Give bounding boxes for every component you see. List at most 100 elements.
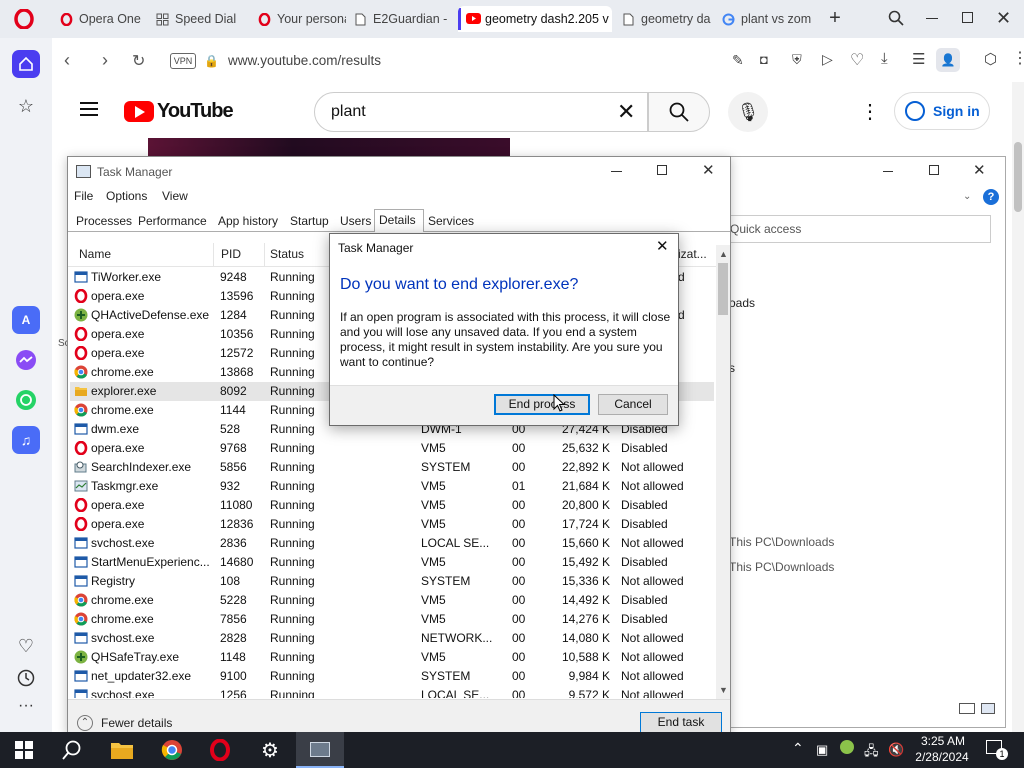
cancel-button[interactable]: Cancel	[598, 394, 668, 415]
settings-taskbar-icon[interactable]: ⚙	[246, 732, 294, 768]
history-icon[interactable]	[12, 664, 40, 692]
process-row[interactable]: QHSafeTray.exe 1148 Running VM5 00 10,588 K No…	[70, 648, 714, 667]
camera-icon[interactable]: ◘	[760, 52, 768, 67]
tm-tab[interactable]: Details	[374, 209, 424, 232]
volume-muted-icon[interactable]: 🔇	[888, 742, 904, 758]
menu-item[interactable]: Options	[106, 189, 147, 203]
browser-tab[interactable]: geometry da	[614, 6, 712, 32]
youtube-search-button[interactable]	[648, 92, 710, 132]
end-process-button[interactable]: End process	[494, 394, 590, 415]
task-manager-taskbar-icon[interactable]	[296, 732, 344, 768]
process-row[interactable]: StartMenuExperienc... 14680 Running VM5 00 15…	[70, 553, 714, 572]
process-row[interactable]: svchost.exe 2836 Running LOCAL SE... 00 15,66…	[70, 534, 714, 553]
forward-icon[interactable]: ›	[102, 50, 108, 71]
home-icon[interactable]	[12, 50, 40, 78]
process-row[interactable]: opera.exe 9768 Running VM5 00 25,632 K Disable…	[70, 439, 714, 458]
browser-tab[interactable]: Opera One	[52, 6, 142, 32]
browser-menu-icon[interactable]: ⋮	[1012, 48, 1024, 68]
tm-tab[interactable]: Users	[336, 211, 372, 231]
column-header-name[interactable]: Name	[79, 247, 111, 261]
profile-icon[interactable]: 👤	[936, 48, 960, 72]
opera-menu-icon[interactable]	[14, 8, 34, 30]
star-icon[interactable]: ☆	[12, 92, 40, 120]
tm-tab[interactable]: Startup	[286, 211, 332, 231]
browser-tab[interactable]: plant vs zom	[714, 6, 812, 32]
process-row[interactable]: svchost.exe 1256 Running LOCAL SE... 00 9,572…	[70, 686, 714, 698]
minimize-icon[interactable]	[926, 18, 938, 19]
start-button[interactable]	[0, 732, 48, 768]
aria-icon[interactable]: A	[12, 306, 40, 334]
voice-search-icon[interactable]: 🎙	[728, 92, 768, 132]
tm-close-icon[interactable]: ✕	[702, 161, 715, 179]
reload-icon[interactable]: ↻	[132, 51, 145, 71]
explorer-close-icon[interactable]: ✕	[973, 161, 986, 179]
edit-icon[interactable]: ✎	[732, 52, 744, 69]
chrome-taskbar-icon[interactable]	[148, 732, 196, 768]
process-row[interactable]: svchost.exe 2828 Running NETWORK... 00 14,080…	[70, 629, 714, 648]
extensions-icon[interactable]: ⬡	[984, 50, 997, 68]
taskbar-search-icon[interactable]	[48, 732, 96, 768]
scroll-thumb[interactable]	[718, 263, 728, 315]
tm-maximize-icon[interactable]	[657, 165, 667, 175]
process-row[interactable]: Registry 108 Running SYSTEM 00 15,336 K Not al…	[70, 572, 714, 591]
menu-item[interactable]: View	[162, 189, 188, 203]
process-row[interactable]: opera.exe 12836 Running VM5 00 17,724 K Disabl…	[70, 515, 714, 534]
file-explorer-taskbar-icon[interactable]	[98, 732, 146, 768]
whatsapp-icon[interactable]	[12, 386, 40, 414]
page-scrollbar[interactable]	[1012, 82, 1024, 732]
browser-tab[interactable]: Speed Dial	[148, 6, 248, 32]
column-header-pid[interactable]: PID	[221, 247, 241, 261]
scroll-up-icon[interactable]: ▲	[719, 249, 728, 259]
url-field[interactable]: www.youtube.com/results	[228, 53, 381, 68]
tray-app-icon[interactable]: ▣	[816, 742, 828, 758]
tm-tab[interactable]: Processes	[72, 211, 136, 231]
column-header-status[interactable]: Status	[270, 247, 304, 261]
network-icon[interactable]: 🖧	[864, 742, 879, 764]
explorer-minimize-icon[interactable]	[883, 171, 893, 172]
details-view-icon[interactable]	[959, 703, 975, 714]
browser-tab[interactable]: geometry dash2.205 v	[458, 6, 612, 32]
youtube-signin-button[interactable]: Sign in	[894, 92, 990, 130]
end-task-button[interactable]: End task	[640, 712, 722, 733]
settings-more-icon[interactable]: ⋮	[860, 99, 880, 124]
back-icon[interactable]: ‹	[64, 50, 70, 71]
more-icon[interactable]: ···	[12, 692, 40, 720]
explorer-maximize-icon[interactable]	[929, 165, 939, 175]
new-tab-icon[interactable]: +	[826, 8, 844, 28]
close-icon[interactable]: ✕	[996, 8, 1011, 29]
explorer-nav-item[interactable]: oads	[729, 296, 755, 310]
fewer-details-icon[interactable]: ⌃	[77, 715, 93, 731]
column-header-virtualization[interactable]: izat...	[678, 247, 707, 261]
clock-time[interactable]: 3:25 AM	[916, 734, 970, 748]
tm-tab[interactable]: Performance	[134, 211, 210, 231]
process-row[interactable]: Taskmgr.exe 932 Running VM5 01 21,684 K Not al…	[70, 477, 714, 496]
large-icons-view-icon[interactable]	[981, 703, 995, 714]
music-player-icon[interactable]: ♫	[12, 426, 40, 454]
quick-access-field[interactable]: Quick access	[723, 215, 991, 243]
heart-bookmark-icon[interactable]: ♡	[850, 50, 864, 70]
video-thumbnail[interactable]	[148, 138, 510, 158]
dialog-close-icon[interactable]: ✕	[656, 237, 669, 255]
process-row[interactable]: net_updater32.exe 9100 Running SYSTEM 00 9,98…	[70, 667, 714, 686]
fewer-details-link[interactable]: Fewer details	[101, 716, 172, 730]
shield-icon[interactable]: ⛨	[792, 52, 802, 68]
scroll-down-icon[interactable]: ▼	[719, 685, 728, 695]
heart-icon[interactable]: ♡	[12, 632, 40, 660]
hamburger-menu-icon[interactable]	[80, 102, 98, 116]
browser-tab[interactable]: Your persona	[250, 6, 346, 32]
youtube-logo[interactable]: YouTube	[124, 100, 234, 123]
restore-icon[interactable]	[962, 12, 973, 23]
browser-tab[interactable]: E2Guardian -	[346, 6, 450, 32]
clock-date[interactable]: 2/28/2024	[910, 750, 974, 764]
opera-taskbar-icon[interactable]	[196, 732, 244, 768]
process-row[interactable]: chrome.exe 5228 Running VM5 00 14,492 K Disabl…	[70, 591, 714, 610]
ribbon-expand-icon[interactable]: ⌄	[963, 191, 971, 202]
tray-qh-icon[interactable]	[840, 740, 854, 754]
help-icon[interactable]: ?	[983, 189, 999, 205]
search-tabs-icon[interactable]	[888, 10, 904, 29]
process-list-scrollbar[interactable]: ▲ ▼	[716, 245, 730, 699]
menu-item[interactable]: File	[74, 189, 93, 203]
tm-minimize-icon[interactable]	[611, 171, 622, 172]
tm-tab[interactable]: App history	[214, 211, 286, 231]
vpn-badge[interactable]: VPN	[170, 53, 196, 69]
